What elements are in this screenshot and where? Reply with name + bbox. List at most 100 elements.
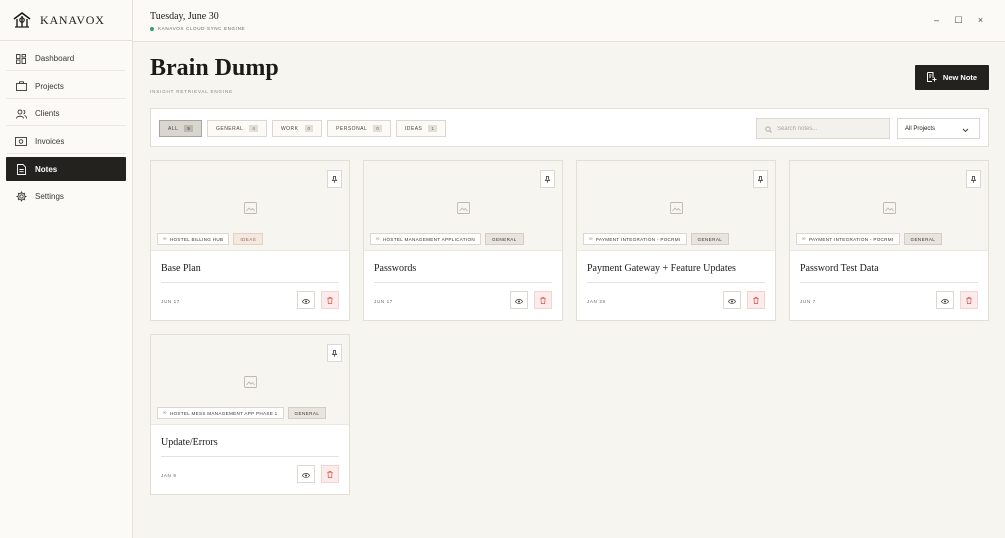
pin-button[interactable] [966,170,981,188]
pin-button[interactable] [327,344,342,362]
note-cover: ∞ PAYMENT INTEGRATION - POCRMI GENERAL [577,161,775,251]
note-date: JUN 7 [800,299,816,304]
eye-icon [301,465,311,483]
note-card[interactable]: ∞ HOSTEL MESS MANAGEMENT APP PHASE 1 GENE… [150,334,350,495]
view-note-button[interactable] [297,291,315,309]
filter-bar: ALL 5 GENERAL 4 WORK 0 PERSONAL 0 IDEAS … [150,108,989,147]
sidebar-item-invoices[interactable]: Invoices [6,130,126,154]
divider [161,456,339,457]
project-filter-select[interactable]: All Projects [897,118,980,139]
pin-icon [331,170,338,188]
note-cover: ∞ HOSTEL MANAGEMENT APPLICATION GENERAL [364,161,562,251]
divider [587,282,765,283]
eye-icon [940,291,950,309]
project-tag[interactable]: ∞ HOSTEL BILLING HUB [157,233,230,245]
page-subtitle: INSIGHT RETRIEVAL ENGINE [150,89,233,94]
project-select-value: All Projects [905,125,936,132]
maximize-button[interactable]: ☐ [954,14,963,26]
sidebar-item-notes[interactable]: Notes [6,157,126,182]
pin-button[interactable] [753,170,768,188]
view-note-button[interactable] [510,291,528,309]
eye-icon [514,291,524,309]
sidebar-item-label: Clients [35,109,60,119]
delete-note-button[interactable] [321,291,339,309]
page-title: Brain Dump [150,55,279,81]
brand[interactable]: KANAVOX [0,0,132,41]
delete-note-button[interactable] [321,465,339,483]
note-icon [15,163,27,175]
sidebar-item-label: Notes [35,164,58,174]
project-tag-label: PAYMENT INTEGRATION - POCRMI [595,236,681,242]
search-icon [765,120,772,138]
note-title: Passwords [374,263,417,274]
link-icon: ∞ [376,236,380,242]
project-tag[interactable]: ∞ PAYMENT INTEGRATION - POCRMI [796,233,900,245]
trash-icon [540,291,546,309]
chip-count: 0 [373,125,382,132]
note-card[interactable]: ∞ HOSTEL MANAGEMENT APPLICATION GENERAL P… [363,160,563,321]
delete-note-button[interactable] [747,291,765,309]
filter-chip-personal[interactable]: PERSONAL 0 [327,120,391,137]
sidebar-item-clients[interactable]: Clients [6,102,126,127]
pin-icon [544,170,551,188]
note-date: JUN 17 [161,299,180,304]
chip-label: IDEAS [404,125,423,132]
trash-icon [753,291,759,309]
current-date: Tuesday, June 30 [150,11,219,22]
view-note-button[interactable] [936,291,954,309]
view-note-button[interactable] [297,465,315,483]
sidebar: KANAVOX Dashboard Projects Clients Invoi… [0,0,133,538]
note-card[interactable]: ∞ HOSTEL BILLING HUB IDEAS Base Plan JUN … [150,160,350,321]
note-date: JAN 28 [587,299,606,304]
image-placeholder-icon [883,201,896,214]
new-note-icon [926,71,937,84]
filter-chip-all[interactable]: ALL 5 [159,120,202,137]
sidebar-item-label: Dashboard [35,54,75,63]
note-card[interactable]: ∞ PAYMENT INTEGRATION - POCRMI GENERAL Pa… [576,160,776,321]
divider [374,282,552,283]
delete-note-button[interactable] [960,291,978,309]
new-note-button[interactable]: New Note [915,65,989,90]
sync-status-dot [150,26,154,31]
view-note-button[interactable] [723,291,741,309]
chip-count: 5 [184,125,193,132]
search-input[interactable] [777,125,887,132]
sync-status-label: KANAVOX CLOUD SYNC ENGINE [158,26,246,31]
divider [800,282,978,283]
dashboard-grid-icon [15,53,27,65]
project-tag[interactable]: ∞ PAYMENT INTEGRATION - POCRMI [583,233,687,245]
project-tag-label: HOSTEL MANAGEMENT APPLICATION [382,236,475,242]
new-note-label: New Note [942,73,978,82]
image-placeholder-icon [457,201,470,214]
sidebar-item-projects[interactable]: Projects [6,75,126,99]
chip-label: PERSONAL [336,125,368,132]
filter-chip-general[interactable]: GENERAL 4 [206,120,267,137]
filter-chip-ideas[interactable]: IDEAS 1 [395,120,446,137]
note-date: JAN 9 [161,473,177,478]
pin-icon [757,170,764,188]
project-tag-label: HOSTEL MESS MANAGEMENT APP PHASE 1 [169,410,278,416]
filter-chip-work[interactable]: WORK 0 [271,120,323,137]
note-tags: ∞ HOSTEL MESS MANAGEMENT APP PHASE 1 GENE… [157,407,327,419]
trash-icon [327,465,333,483]
project-tag[interactable]: ∞ HOSTEL MANAGEMENT APPLICATION [370,233,481,245]
delete-note-button[interactable] [534,291,552,309]
link-icon: ∞ [589,236,593,242]
chip-count: 1 [428,125,437,132]
project-tag[interactable]: ∞ HOSTEL MESS MANAGEMENT APP PHASE 1 [157,407,284,419]
sidebar-item-dashboard[interactable]: Dashboard [6,47,126,71]
pin-button[interactable] [540,170,555,188]
project-tag-label: HOSTEL BILLING HUB [169,236,224,242]
pin-button[interactable] [327,170,342,188]
chip-count: 0 [304,125,314,132]
close-button[interactable]: × [976,14,985,26]
note-tags: ∞ PAYMENT INTEGRATION - POCRMI GENERAL [796,233,943,245]
note-tags: ∞ PAYMENT INTEGRATION - POCRMI GENERAL [583,233,730,245]
category-filter-chips: ALL 5 GENERAL 4 WORK 0 PERSONAL 0 IDEAS … [159,120,446,137]
sidebar-item-settings[interactable]: Settings [6,185,126,209]
note-title: Base Plan [161,263,201,274]
image-placeholder-icon [670,201,683,214]
note-card[interactable]: ∞ PAYMENT INTEGRATION - POCRMI GENERAL Pa… [789,160,989,321]
project-tag-label: PAYMENT INTEGRATION - POCRMI [808,236,894,242]
minimize-button[interactable]: – [932,14,941,26]
